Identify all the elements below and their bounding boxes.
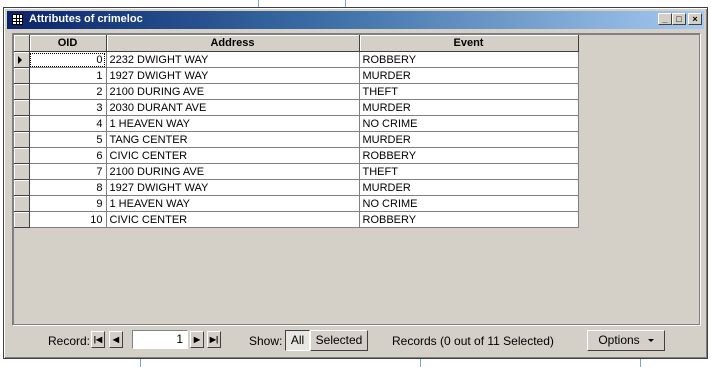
cell-oid[interactable]: 0 [29, 51, 107, 68]
cell-address[interactable]: CIVIC CENTER [106, 211, 360, 228]
row-selector[interactable] [14, 51, 30, 68]
attribute-grid: OID Address Event 0 2232 DWIGHT WAY ROBBER… [12, 33, 701, 326]
table-row[interactable]: 3 2030 DURANT AVE MURDER [14, 99, 579, 116]
last-record-button[interactable]: ▶| [207, 331, 221, 348]
first-record-button[interactable]: |◀ [91, 331, 105, 348]
previous-record-button[interactable]: ◀ [109, 331, 123, 348]
cell-oid[interactable]: 8 [29, 179, 107, 196]
row-selector[interactable] [14, 163, 30, 180]
show-all-button[interactable]: All [285, 330, 310, 351]
table-row[interactable]: 91 HEAVEN WAY NO CRIME [14, 195, 579, 212]
table-row[interactable]: 2 2100 DURING AVE THEFT [14, 83, 579, 100]
cell-event[interactable]: NO CRIME [359, 195, 579, 212]
table-row[interactable]: 8 1927 DWIGHT WAY MURDER [14, 179, 579, 196]
attribute-table: OID Address Event 0 2232 DWIGHT WAY ROBBER… [14, 35, 579, 228]
cell-event[interactable]: ROBBERY [359, 147, 579, 164]
table-row[interactable]: 0 2232 DWIGHT WAY ROBBERY [14, 51, 579, 68]
status-bar: Record: |◀ ◀ 1 ▶ ▶| Show: All Selected R… [12, 328, 701, 353]
cell-oid[interactable]: 6 [29, 147, 107, 164]
row-selector[interactable] [14, 115, 30, 132]
maximize-button[interactable]: □ [672, 13, 686, 25]
row-selector[interactable] [14, 83, 30, 100]
show-selected-button[interactable]: Selected [310, 330, 368, 351]
cell-address[interactable]: CIVIC CENTER [106, 147, 360, 164]
cell-event[interactable]: NO CRIME [359, 115, 579, 132]
background-map-line [258, 0, 259, 7]
cell-event[interactable]: MURDER [359, 67, 579, 84]
cell-address[interactable]: 1 HEAVEN WAY [106, 115, 360, 132]
background-map-line [345, 0, 346, 7]
table-row[interactable]: 6 CIVIC CENTER ROBBERY [14, 147, 579, 164]
current-row-arrow-icon [18, 55, 22, 64]
window-title: Attributes of crimeloc [29, 13, 143, 25]
column-header-address[interactable]: Address [106, 35, 360, 52]
cell-oid[interactable]: 9 [29, 195, 107, 212]
cell-address[interactable]: 1927 DWIGHT WAY [106, 67, 360, 84]
select-all-header[interactable] [14, 35, 30, 52]
row-selector[interactable] [14, 67, 30, 84]
cell-address[interactable]: 2100 DURING AVE [106, 83, 360, 100]
cell-event[interactable]: ROBBERY [359, 211, 579, 228]
row-selector[interactable] [14, 211, 30, 228]
table-row[interactable]: 10 CIVIC CENTER ROBBERY [14, 211, 579, 228]
table-row[interactable]: 5 TANG CENTER MURDER [14, 131, 579, 148]
cell-oid[interactable]: 10 [29, 211, 107, 228]
cell-oid[interactable]: 2 [29, 83, 107, 100]
table-icon [12, 14, 23, 25]
attribute-table-window: Attributes of crimeloc _ □ × OID Address [3, 7, 708, 359]
cell-oid[interactable]: 7 [29, 163, 107, 180]
close-button[interactable]: × [688, 13, 702, 25]
row-selector[interactable] [14, 131, 30, 148]
dropdown-arrow-icon [647, 339, 654, 343]
grid-background: OID Address Event 0 2232 DWIGHT WAY ROBBER… [14, 35, 699, 324]
show-label: Show: [249, 334, 283, 348]
cell-oid[interactable]: 3 [29, 99, 107, 116]
row-selector[interactable] [14, 99, 30, 116]
cell-event[interactable]: MURDER [359, 179, 579, 196]
row-selector[interactable] [14, 147, 30, 164]
cell-event[interactable]: MURDER [359, 131, 579, 148]
title-bar[interactable]: Attributes of crimeloc _ □ × [7, 11, 704, 29]
cell-address[interactable]: 1927 DWIGHT WAY [106, 179, 360, 196]
cell-oid[interactable]: 4 [29, 115, 107, 132]
cell-address[interactable]: 1 HEAVEN WAY [106, 195, 360, 212]
cell-address[interactable]: 2100 DURING AVE [106, 163, 360, 180]
options-button[interactable]: Options [587, 330, 665, 351]
selection-count-text: Records (0 out of 11 Selected) [392, 334, 554, 348]
cell-oid[interactable]: 5 [29, 131, 107, 148]
cell-oid[interactable]: 1 [29, 67, 107, 84]
cell-event[interactable]: THEFT [359, 83, 579, 100]
cell-event[interactable]: MURDER [359, 99, 579, 116]
cell-address[interactable]: 2030 DURANT AVE [106, 99, 360, 116]
cell-event[interactable]: ROBBERY [359, 51, 579, 68]
minimize-button[interactable]: _ [658, 13, 672, 25]
cell-address[interactable]: 2232 DWIGHT WAY [106, 51, 360, 68]
column-header-oid[interactable]: OID [29, 35, 107, 52]
record-number-input[interactable]: 1 [132, 330, 188, 349]
row-selector[interactable] [14, 195, 30, 212]
table-row[interactable]: 41 HEAVEN WAY NO CRIME [14, 115, 579, 132]
cell-event[interactable]: THEFT [359, 163, 579, 180]
cell-address[interactable]: TANG CENTER [106, 131, 360, 148]
table-row[interactable]: 1 1927 DWIGHT WAY MURDER [14, 67, 579, 84]
options-label: Options [598, 333, 640, 347]
column-header-event[interactable]: Event [359, 35, 579, 52]
next-record-button[interactable]: ▶ [190, 331, 204, 348]
row-selector[interactable] [14, 179, 30, 196]
table-row[interactable]: 7 2100 DURING AVE THEFT [14, 163, 579, 180]
record-label: Record: [48, 334, 91, 348]
